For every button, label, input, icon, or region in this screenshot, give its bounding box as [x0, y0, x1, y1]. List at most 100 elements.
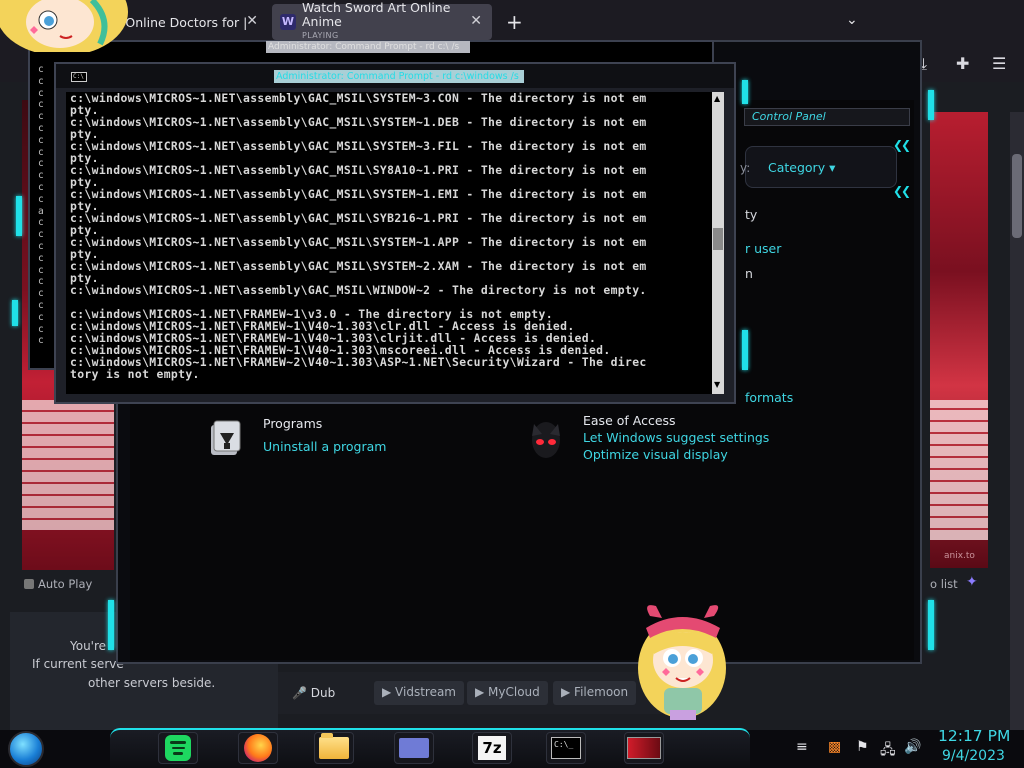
show-desktop-icon[interactable]: ≡ — [796, 739, 808, 755]
extensions-icon[interactable]: ✚ — [956, 54, 969, 73]
view-by-dropdown[interactable]: Category ▾ — [768, 160, 835, 175]
programs-icon[interactable] — [208, 419, 244, 457]
taskbar-app[interactable] — [394, 732, 434, 764]
skin-accent — [16, 196, 22, 236]
console-char: c — [38, 240, 44, 252]
console-char: c — [38, 311, 44, 323]
console-line: c:\windows\MICROS~1.NET\assembly\GAC_MSI… — [70, 115, 647, 129]
list-all-tabs-button[interactable]: ⌄ — [846, 12, 858, 28]
taskbar-spotify[interactable] — [158, 732, 198, 764]
programs-title[interactable]: Programs — [263, 416, 322, 431]
chevron-left-icon[interactable]: ❮❮ — [893, 184, 911, 198]
console-char: c — [38, 323, 44, 335]
console-char: c — [38, 99, 44, 111]
server-vidstream-button[interactable]: ▶ Vidstream — [374, 681, 464, 705]
console-line: c:\windows\MICROS~1.NET\assembly\GAC_MSI… — [70, 259, 647, 273]
network-icon[interactable]: 🖧 — [880, 739, 896, 763]
console-char: c — [38, 229, 44, 241]
console-char: c — [38, 193, 44, 205]
scroll-up-icon[interactable]: ▲ — [714, 94, 720, 103]
site-logo-icon: W — [280, 14, 296, 30]
ease-of-access-title[interactable]: Ease of Access — [583, 413, 676, 428]
console-char: c — [38, 87, 44, 99]
7zip-icon: 7z — [478, 736, 506, 760]
clock-date[interactable]: 9/4/2023 — [942, 748, 1005, 764]
tab-close-icon[interactable]: ✕ — [246, 13, 258, 29]
star-butterfly-mascot — [638, 605, 726, 720]
console-char: c — [38, 335, 44, 347]
console-line: c:\windows\MICROS~1.NET\assembly\GAC_MSI… — [70, 139, 647, 153]
volume-icon[interactable]: 🔊 — [904, 739, 921, 755]
category-fragment: n — [745, 266, 753, 281]
skin-accent — [742, 80, 748, 104]
console-char: c — [38, 64, 44, 75]
taskbar-file-explorer[interactable] — [314, 732, 354, 764]
console-line: c:\windows\MICROS~1.NET\assembly\GAC_MSI… — [70, 235, 647, 249]
tray-app-icon[interactable]: ▩ — [828, 739, 841, 755]
suggest-settings-link[interactable]: Let Windows suggest settings — [583, 430, 769, 445]
tab-online-doctors[interactable]: st Online Doctors for | ✕ — [110, 4, 268, 40]
ease-of-access-icon[interactable] — [528, 418, 564, 462]
console-char: c — [38, 264, 44, 276]
menu-hamburger-icon[interactable]: ☰ — [992, 54, 1006, 73]
console-line: c:\windows\MICROS~1.NET\assembly\GAC_MSI… — [70, 163, 647, 177]
skin-accent — [742, 330, 748, 370]
chevron-left-icon[interactable]: ❮❮ — [893, 138, 911, 152]
tab-close-icon[interactable]: ✕ — [470, 13, 482, 29]
video-scenery — [22, 400, 114, 530]
category-link-fragment[interactable]: r user — [745, 241, 781, 256]
dub-label: 🎤 Dub — [292, 686, 336, 700]
share-icon[interactable]: ✦ — [966, 574, 978, 590]
taskbar-app-red[interactable] — [624, 732, 664, 764]
action-center-flag-icon[interactable]: ⚑ — [856, 739, 869, 755]
notice-text: If current serve — [32, 657, 124, 671]
cmd-window-icon[interactable]: C:\ — [71, 72, 87, 82]
console-line: tory is not empty. — [70, 367, 200, 381]
app-card-icon — [399, 738, 429, 758]
tab-label: Watch Sword Art Online Anime — [302, 0, 451, 29]
console-char: c — [38, 146, 44, 158]
window-title: Administrator: Command Prompt - rd c:\wi… — [274, 70, 524, 83]
console-char: a — [38, 205, 44, 217]
console-scrollbar[interactable]: ▲ ▼ — [712, 92, 724, 394]
console-scrollbar-thumb[interactable] — [713, 228, 723, 250]
page-scrollbar-thumb[interactable] — [1012, 154, 1022, 238]
autoplay-checkbox[interactable] — [24, 579, 34, 589]
skin-accent — [928, 90, 934, 120]
app-red-icon — [627, 737, 661, 759]
firefox-icon — [244, 734, 272, 762]
console-char: c — [38, 217, 44, 229]
tab-label: st Online Doctors for | — [110, 14, 248, 30]
taskbar-firefox[interactable] — [238, 732, 278, 764]
uninstall-program-link[interactable]: Uninstall a program — [263, 439, 386, 454]
start-button[interactable] — [8, 731, 44, 767]
add-to-list-label[interactable]: o list — [930, 577, 958, 591]
console-char: c — [38, 252, 44, 264]
category-fragment: ty — [745, 207, 758, 222]
cmd-icon: C:\_ — [551, 737, 581, 759]
notice-text: You're — [70, 639, 107, 653]
spotify-icon — [165, 735, 191, 761]
clock-time[interactable]: 12:17 PM — [938, 727, 1010, 745]
console-char: c — [38, 75, 44, 87]
server-mycloud-button[interactable]: ▶ MyCloud — [467, 681, 548, 705]
video-scenery — [930, 400, 988, 540]
console-output[interactable]: c:\windows\MICROS~1.NET\assembly\GAC_MSI… — [66, 92, 712, 394]
mascot-peek-top-left — [0, 0, 128, 52]
console-line: c:\windows\MICROS~1.NET\assembly\GAC_MSI… — [70, 92, 647, 105]
autoplay-toggle[interactable]: Auto Play — [24, 577, 92, 591]
console-char: c — [38, 170, 44, 182]
tab-watch-sao[interactable]: W Watch Sword Art Online Anime PLAYING ✕ — [272, 0, 492, 40]
taskbar-7zip[interactable]: 7z — [472, 732, 512, 764]
notice-text: other servers beside. — [88, 676, 216, 690]
new-tab-button[interactable]: + — [506, 10, 523, 34]
taskbar-command-prompt[interactable]: C:\_ — [546, 732, 586, 764]
console-char: c — [38, 276, 44, 288]
scroll-down-icon[interactable]: ▼ — [714, 380, 720, 389]
category-link-fragment[interactable]: formats — [745, 390, 793, 405]
server-filemoon-button[interactable]: ▶ Filemoon — [553, 681, 637, 705]
console-line: c:\windows\MICROS~1.NET\assembly\GAC_MSI… — [70, 283, 647, 297]
skin-accent — [108, 600, 114, 650]
desktop: st Online Doctors for | ✕ W Watch Sword … — [0, 0, 1024, 768]
optimize-display-link[interactable]: Optimize visual display — [583, 447, 728, 462]
